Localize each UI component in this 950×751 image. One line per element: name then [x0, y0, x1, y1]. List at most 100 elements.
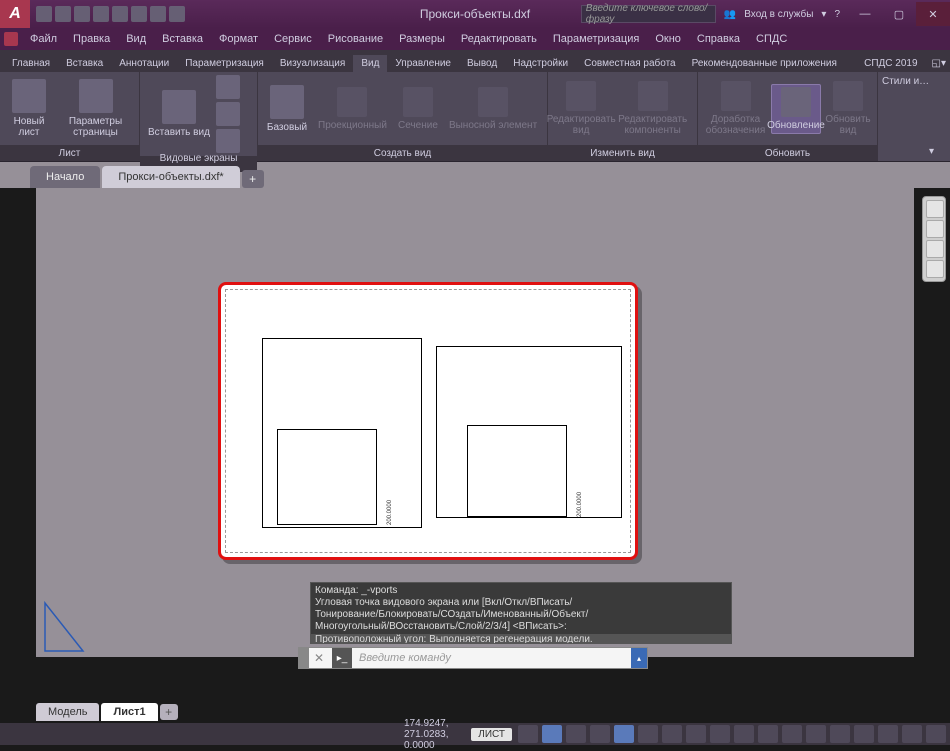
qat-saveas-icon[interactable]: [93, 6, 109, 22]
page-setup-button[interactable]: Параметры страницы: [56, 77, 135, 140]
panel-viewports: Вставить вид Видовые экраны листа: [140, 72, 258, 161]
menu-window[interactable]: Окно: [647, 31, 689, 47]
qat-save-icon[interactable]: [74, 6, 90, 22]
section-button[interactable]: Сечение: [393, 85, 443, 133]
rtab-addins[interactable]: Надстройки: [505, 55, 576, 72]
menu-insert[interactable]: Вставка: [154, 31, 211, 47]
ribbon-collapse-icon[interactable]: ◱▾: [932, 58, 946, 69]
menu-service[interactable]: Сервис: [266, 31, 320, 47]
rtab-collab[interactable]: Совместная работа: [576, 55, 684, 72]
annomon-icon[interactable]: [782, 725, 802, 743]
rtab-insert[interactable]: Вставка: [58, 55, 111, 72]
symbol-button[interactable]: Доработка обозначения: [702, 79, 769, 138]
detail-button[interactable]: Выносной элемент: [445, 85, 541, 133]
rtab-output[interactable]: Вывод: [459, 55, 505, 72]
ortho-toggle-icon[interactable]: [566, 725, 586, 743]
rtab-visual[interactable]: Визуализация: [272, 55, 353, 72]
menu-bar: Файл Правка Вид Вставка Формат Сервис Ри…: [0, 28, 950, 50]
menu-view[interactable]: Вид: [118, 31, 154, 47]
viewport-1[interactable]: 200.0000: [262, 338, 422, 528]
qat-undo-icon[interactable]: [150, 6, 166, 22]
qat-open-icon[interactable]: [55, 6, 71, 22]
rtab-view[interactable]: Вид: [353, 55, 387, 72]
nav-orbit-icon[interactable]: [926, 260, 944, 278]
lineweight-toggle-icon[interactable]: [662, 725, 682, 743]
search-input[interactable]: Введите ключевое слово/фразу: [581, 5, 716, 23]
rtab-param[interactable]: Параметризация: [177, 55, 272, 72]
minimize-button[interactable]: —: [848, 2, 882, 26]
rtab-manage[interactable]: Управление: [387, 55, 459, 72]
cmdline-close-icon[interactable]: ✕: [309, 651, 329, 665]
menu-param[interactable]: Параметризация: [545, 31, 647, 47]
command-history[interactable]: Команда: _-vports Угловая точка видового…: [310, 582, 732, 644]
vp-lock-icon[interactable]: [216, 129, 240, 153]
menu-draw[interactable]: Рисование: [320, 31, 391, 47]
doctab-start[interactable]: Начало: [30, 166, 100, 188]
update-view-button[interactable]: Обновить вид: [823, 79, 873, 138]
snap-toggle-icon[interactable]: [542, 725, 562, 743]
edit-comp-button[interactable]: Редактировать компоненты: [612, 79, 693, 138]
qat-new-icon[interactable]: [36, 6, 52, 22]
nav-pan-icon[interactable]: [926, 220, 944, 238]
vp-rect-icon[interactable]: [216, 75, 240, 99]
rtab-home[interactable]: Главная: [4, 55, 58, 72]
menu-modify[interactable]: Редактировать: [453, 31, 545, 47]
units-icon[interactable]: [806, 725, 826, 743]
menu-dim[interactable]: Размеры: [391, 31, 453, 47]
layout-add-button[interactable]: +: [160, 704, 178, 720]
otrack-toggle-icon[interactable]: [638, 725, 658, 743]
panel-styles[interactable]: Стили и… ▾: [878, 72, 938, 161]
menu-help[interactable]: Справка: [689, 31, 748, 47]
annoscale-icon[interactable]: [734, 725, 754, 743]
cart-icon[interactable]: ▾: [821, 9, 826, 20]
insert-view-button[interactable]: Вставить вид: [144, 88, 214, 140]
projected-button[interactable]: Проекционный: [314, 85, 391, 133]
workspace-icon[interactable]: [758, 725, 778, 743]
qat-cloud-icon[interactable]: [112, 6, 128, 22]
nav-zoom-icon[interactable]: [926, 240, 944, 258]
cmdline-input[interactable]: Введите команду: [355, 652, 631, 664]
rtab-annot[interactable]: Аннотации: [111, 55, 177, 72]
menu-format[interactable]: Формат: [211, 31, 266, 47]
doctab-new-button[interactable]: +: [242, 170, 264, 188]
help-icon[interactable]: ?: [834, 9, 840, 20]
osnap-toggle-icon[interactable]: [614, 725, 634, 743]
maximize-button[interactable]: ▢: [882, 2, 916, 26]
layout-sheet1-tab[interactable]: Лист1: [101, 703, 157, 721]
base-view-button[interactable]: Базовый: [262, 83, 312, 135]
qat-redo-icon[interactable]: [169, 6, 185, 22]
qat-plot-icon[interactable]: [131, 6, 147, 22]
section-label: Сечение: [398, 120, 438, 131]
polar-toggle-icon[interactable]: [590, 725, 610, 743]
command-line[interactable]: ✕ ▸_ Введите команду ▴: [298, 647, 648, 669]
layout-model-tab[interactable]: Модель: [36, 703, 99, 721]
cmdline-prompt-icon[interactable]: ▸_: [332, 648, 352, 668]
close-button[interactable]: ✕: [916, 2, 950, 26]
isolate-icon[interactable]: [854, 725, 874, 743]
doctab-active[interactable]: Прокси-объекты.dxf*: [102, 166, 239, 188]
app-menu-button[interactable]: [4, 32, 18, 46]
signin-link[interactable]: Вход в службы: [744, 9, 813, 20]
app-logo[interactable]: A: [0, 0, 30, 28]
menu-spds[interactable]: СПДС: [748, 31, 795, 47]
space-mode[interactable]: ЛИСТ: [471, 728, 512, 741]
menu-edit[interactable]: Правка: [65, 31, 118, 47]
viewport-2[interactable]: 200.0000: [436, 346, 622, 518]
transparency-toggle-icon[interactable]: [686, 725, 706, 743]
edit-view-button[interactable]: Редактировать вид: [552, 79, 610, 138]
new-layout-button[interactable]: Новый лист: [4, 77, 54, 140]
hwacc-icon[interactable]: [878, 725, 898, 743]
cmdline-recent-icon[interactable]: ▴: [631, 648, 647, 668]
customize-icon[interactable]: [926, 725, 946, 743]
quickprops-icon[interactable]: [830, 725, 850, 743]
rtab-featured[interactable]: Рекомендованные приложения: [684, 55, 845, 72]
cycling-toggle-icon[interactable]: [710, 725, 730, 743]
update-button[interactable]: Обновление: [771, 84, 821, 134]
nav-wheel-icon[interactable]: [926, 200, 944, 218]
grid-toggle-icon[interactable]: [518, 725, 538, 743]
vp-clip-icon[interactable]: [216, 102, 240, 126]
menu-file[interactable]: Файл: [22, 31, 65, 47]
cmdline-grip-icon[interactable]: [299, 647, 309, 669]
rtab-spds[interactable]: СПДС 2019: [856, 55, 925, 72]
cleanscreen-icon[interactable]: [902, 725, 922, 743]
